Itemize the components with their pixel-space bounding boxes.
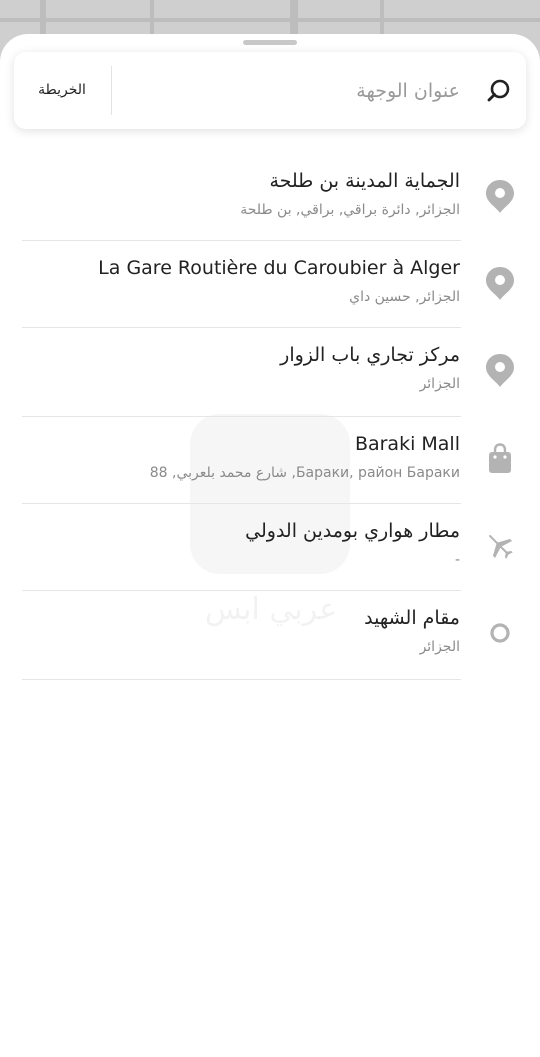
suggestion-subtitle: الجزائر: [419, 376, 460, 392]
suggestion-item[interactable]: مركز تجاري باب الزوار الجزائر: [0, 328, 540, 417]
location-pin-icon: [486, 267, 514, 300]
divider: [111, 66, 112, 115]
search-bar: الخريطة: [14, 52, 526, 129]
suggestion-title: مطار هواري بومدين الدولي: [245, 520, 460, 542]
divider: [22, 679, 461, 680]
suggestion-item[interactable]: مقام الشهيد الجزائر: [0, 591, 540, 680]
bottom-sheet: الخريطة عربي ابس الجماية المدينة بن طلحة…: [0, 34, 540, 1057]
suggestion-title: مركز تجاري باب الزوار: [280, 344, 460, 366]
suggestion-list: الجماية المدينة بن طلحة الجزائر, دائرة ب…: [0, 154, 540, 680]
suggestion-subtitle: -: [454, 552, 460, 568]
suggestion-item[interactable]: Baraki Mall 88 ,شارع محمد بلعربي ,Бараки…: [0, 417, 540, 504]
destination-input[interactable]: [128, 74, 462, 108]
suggestion-subtitle: الجزائر, دائرة براقي, براقي, بن طلحة: [240, 202, 460, 218]
suggestion-item[interactable]: مطار هواري بومدين الدولي -: [0, 504, 540, 591]
suggestion-item[interactable]: الجماية المدينة بن طلحة الجزائر, دائرة ب…: [0, 154, 540, 241]
suggestion-title: الجماية المدينة بن طلحة: [269, 170, 460, 192]
suggestion-item[interactable]: La Gare Routière du Caroubier à Alger ال…: [0, 241, 540, 328]
search-icon[interactable]: [486, 78, 512, 104]
suggestion-subtitle: الجزائر, حسين داي: [349, 289, 460, 305]
drag-handle[interactable]: [243, 40, 297, 45]
suggestion-subtitle: 88 ,شارع محمد بلعربي ,Бараки, район Бара…: [149, 465, 460, 481]
airplane-icon: [489, 535, 513, 559]
location-pin-icon: [486, 354, 514, 387]
shopping-bag-icon: [489, 443, 511, 473]
suggestion-title: Baraki Mall: [354, 433, 460, 455]
suggestion-title: مقام الشهيد: [364, 607, 460, 629]
landmark-circle-icon: [490, 623, 510, 643]
location-pin-icon: [486, 180, 514, 213]
suggestion-subtitle: الجزائر: [419, 639, 460, 655]
suggestion-title: La Gare Routière du Caroubier à Alger: [98, 257, 460, 279]
map-button[interactable]: الخريطة: [20, 70, 104, 110]
